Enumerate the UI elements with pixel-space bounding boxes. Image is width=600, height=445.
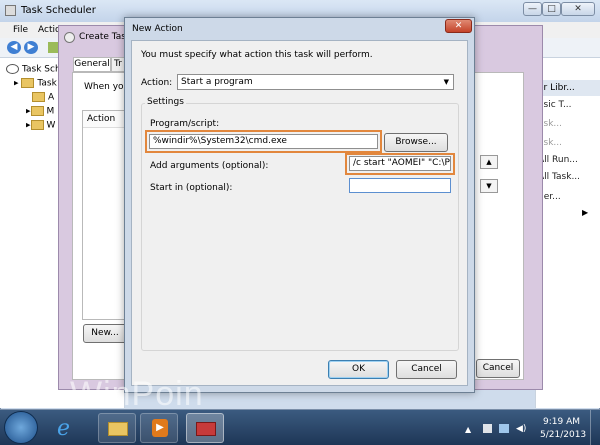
media-player-icon[interactable]: ▶ xyxy=(140,413,178,443)
add-arguments-label: Add arguments (optional): xyxy=(150,161,269,171)
flag-icon[interactable] xyxy=(483,424,492,433)
program-label: Program/script: xyxy=(150,119,220,129)
folder-icon xyxy=(32,92,45,102)
ok-button[interactable]: OK xyxy=(328,360,389,379)
toolbox-icon xyxy=(196,422,216,436)
folder-icon xyxy=(21,78,35,88)
move-up-icon[interactable]: ▲ xyxy=(480,155,498,169)
cancel-button[interactable]: Cancel xyxy=(396,360,457,379)
table-header-action[interactable]: Action xyxy=(83,111,127,128)
create-task-cancel-button[interactable]: Cancel xyxy=(476,359,520,378)
clock-date[interactable]: 5/21/2013 xyxy=(540,430,586,440)
forward-arrow-icon[interactable]: ▶ xyxy=(24,41,38,54)
explorer-icon[interactable] xyxy=(98,413,136,443)
new-action-button[interactable]: New... xyxy=(83,324,127,343)
internet-explorer-icon[interactable]: e xyxy=(48,413,86,443)
network-icon[interactable] xyxy=(499,424,509,433)
start-button[interactable] xyxy=(4,411,38,444)
actions-table xyxy=(82,110,128,320)
tree-library[interactable]: ▸ Task xyxy=(14,78,57,91)
show-desktop-button[interactable] xyxy=(590,410,600,445)
action-select[interactable]: Start a program ▼ xyxy=(177,74,454,90)
add-arguments-input[interactable]: /c start "AOMEI" "C:\Pro xyxy=(349,156,451,171)
close-button[interactable]: ✕ xyxy=(561,2,595,16)
move-down-icon[interactable]: ▼ xyxy=(480,179,498,193)
tree-sub-3-label: W xyxy=(46,120,56,131)
program-script-input[interactable]: %windir%\System32\cmd.exe xyxy=(149,134,378,149)
dialog-close-button[interactable]: ✕ xyxy=(445,19,472,33)
tray-up-arrow-icon[interactable]: ▲ xyxy=(465,425,471,434)
actions-pane: er Libr... asic T... ask... ask... All R… xyxy=(535,58,600,408)
clock-icon xyxy=(6,64,19,74)
chevron-right-icon[interactable]: ▶ xyxy=(582,208,588,217)
folder-icon xyxy=(108,422,128,436)
minimize-button[interactable]: — xyxy=(523,2,542,16)
chevron-down-icon: ▼ xyxy=(443,78,449,86)
action-item[interactable]: All Task... xyxy=(538,172,580,186)
action-select-value: Start a program xyxy=(181,77,253,87)
watermark: WinPoin xyxy=(70,375,204,413)
tree-sub-2[interactable]: ▸ M xyxy=(26,106,54,119)
maximize-button[interactable]: □ xyxy=(542,2,561,16)
window-title: Task Scheduler xyxy=(21,5,96,16)
when-text: When you xyxy=(84,82,130,92)
tab-triggers[interactable]: Tr xyxy=(111,57,125,72)
folder-icon xyxy=(30,106,44,116)
action-label: Action: xyxy=(141,78,173,88)
tree-sub-2-label: M xyxy=(46,106,55,117)
menu-file[interactable]: File xyxy=(13,25,28,35)
task-scheduler-taskbar-icon[interactable] xyxy=(186,413,224,443)
tree-sub-1-label: A xyxy=(48,92,55,103)
app-icon xyxy=(5,5,16,16)
action-item[interactable]: asic T... xyxy=(538,100,572,114)
start-in-input[interactable] xyxy=(349,178,451,193)
tree-library-label: Task xyxy=(37,78,57,89)
folder-icon xyxy=(30,120,44,130)
action-item[interactable]: All Run... xyxy=(538,155,578,169)
volume-icon[interactable]: ◀) xyxy=(516,424,526,434)
actions-header: er Libr... xyxy=(536,80,600,96)
ie-glyph: e xyxy=(57,416,71,441)
back-arrow-icon[interactable]: ◀ xyxy=(7,41,21,54)
new-action-title: New Action xyxy=(132,24,183,34)
clock-time[interactable]: 9:19 AM xyxy=(543,417,580,427)
tree-sub-1[interactable]: A xyxy=(32,92,54,105)
play-icon: ▶ xyxy=(152,419,168,437)
browse-button[interactable]: Browse... xyxy=(384,133,448,152)
create-task-icon xyxy=(64,32,75,43)
taskbar xyxy=(0,410,600,445)
start-in-label: Start in (optional): xyxy=(150,183,233,193)
tab-general[interactable]: General xyxy=(73,57,111,72)
toolbar-icon[interactable] xyxy=(48,42,58,53)
instruction-text: You must specify what action this task w… xyxy=(141,50,373,60)
settings-label: Settings xyxy=(145,97,186,107)
tree-sub-3[interactable]: ▸ W xyxy=(26,120,55,133)
